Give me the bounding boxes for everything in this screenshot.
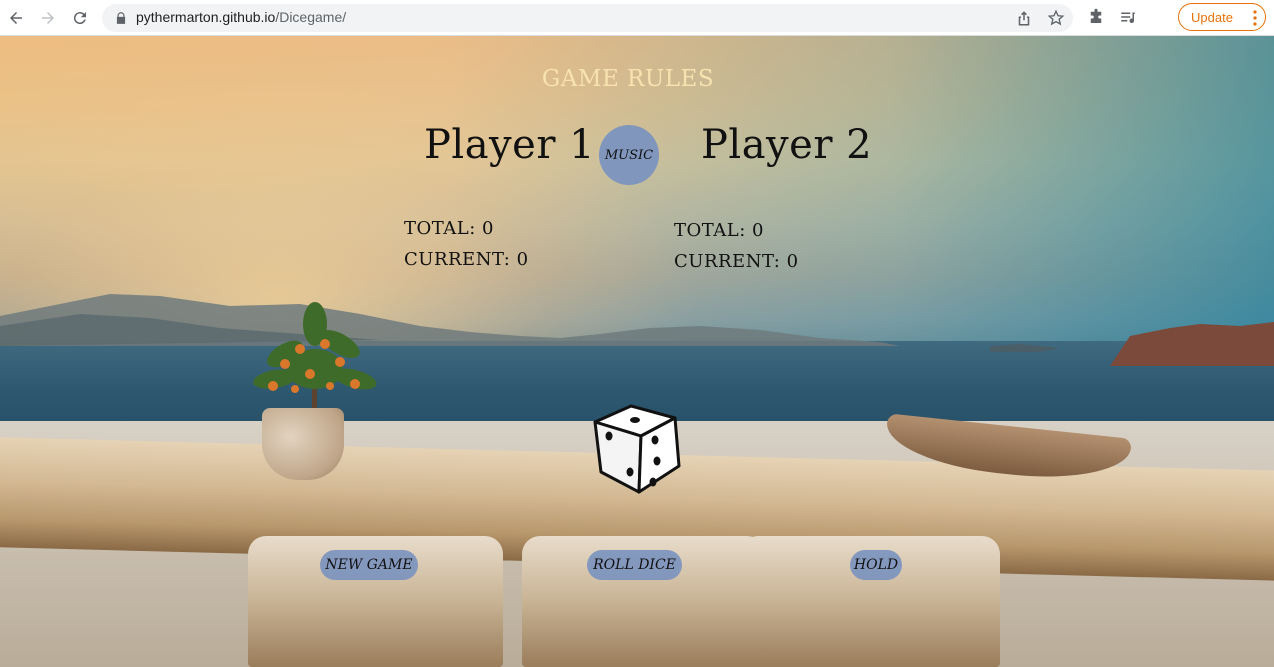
roll-dice-button[interactable]: ROLL DICE xyxy=(587,550,682,580)
extensions-puzzle-icon[interactable] xyxy=(1087,8,1105,26)
player-2-name: Player 2 xyxy=(701,122,873,168)
update-button[interactable]: Update xyxy=(1178,3,1266,31)
media-queue-icon[interactable] xyxy=(1119,8,1137,26)
player-2-current: CURRENT: 0 xyxy=(674,251,799,272)
lock-icon xyxy=(116,12,126,24)
hold-button[interactable]: HOLD xyxy=(850,550,902,580)
game-viewport: GAME RULES Player 1 MUSIC Player 2 TOTAL… xyxy=(0,36,1274,667)
player-1-name: Player 1 xyxy=(424,122,596,168)
share-icon[interactable] xyxy=(1015,9,1033,27)
player-1-current: CURRENT: 0 xyxy=(404,249,529,270)
update-label: Update xyxy=(1191,9,1233,25)
reload-icon[interactable] xyxy=(68,6,92,30)
game-rules-link[interactable]: GAME RULES xyxy=(0,66,1256,92)
player-2-total: TOTAL: 0 xyxy=(674,220,764,241)
browser-toolbar: pythermarton.github.io/Dicegame/ Update xyxy=(0,0,1274,36)
dice-icon[interactable] xyxy=(587,400,687,500)
player-1-total: TOTAL: 0 xyxy=(404,218,494,239)
more-menu-icon[interactable] xyxy=(1253,10,1257,26)
orange-tree-decoration xyxy=(253,302,377,424)
forward-icon[interactable] xyxy=(36,6,60,30)
back-icon[interactable] xyxy=(4,6,28,30)
url-text: pythermarton.github.io/Dicegame/ xyxy=(136,9,347,25)
music-button[interactable]: MUSIC xyxy=(599,125,659,185)
address-bar[interactable]: pythermarton.github.io/Dicegame/ xyxy=(102,4,1073,32)
new-game-button[interactable]: NEW GAME xyxy=(320,550,418,580)
distant-islands xyxy=(0,294,1274,366)
bookmark-star-icon[interactable] xyxy=(1047,9,1065,27)
plant-pot xyxy=(262,408,344,480)
